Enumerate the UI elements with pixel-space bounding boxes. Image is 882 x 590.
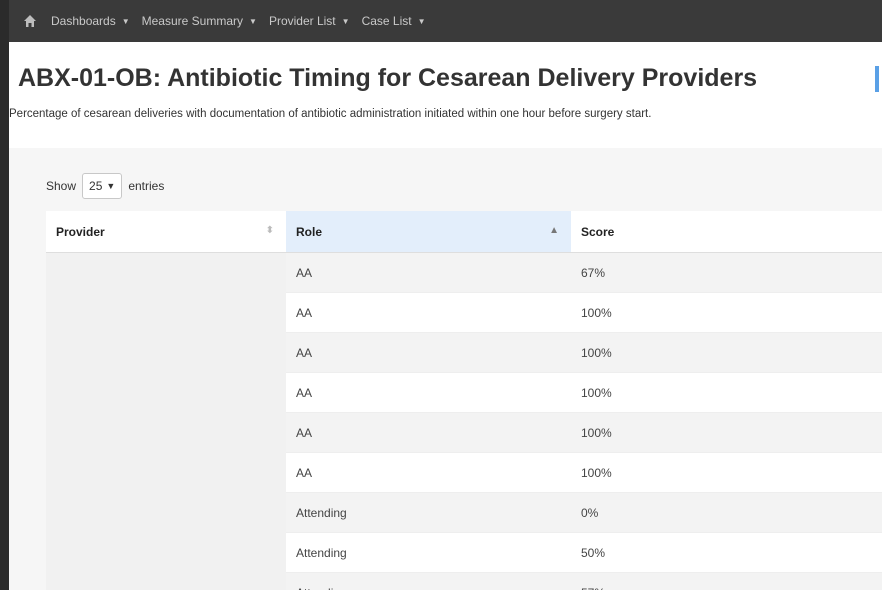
column-header-label: Score bbox=[581, 224, 615, 239]
length-suffix: entries bbox=[128, 179, 165, 193]
page-subtitle: Percentage of cesarean deliveries with d… bbox=[9, 108, 652, 120]
score-cell: 57% bbox=[571, 572, 882, 590]
caret-down-icon: ▼ bbox=[249, 16, 257, 26]
nav-measure-summary-label: Measure Summary bbox=[141, 14, 244, 28]
score-cell: 100% bbox=[571, 332, 882, 373]
top-navbar: Dashboards ▼ Measure Summary ▼ Provider … bbox=[9, 0, 882, 42]
role-cell: AA bbox=[286, 252, 571, 293]
table-row[interactable]: AA 100% bbox=[46, 332, 882, 373]
role-cell: Attending bbox=[286, 532, 571, 573]
role-cell: Attending bbox=[286, 572, 571, 590]
caret-down-icon: ▼ bbox=[341, 16, 350, 26]
score-cell: 100% bbox=[571, 292, 882, 333]
role-cell: AA bbox=[286, 412, 571, 453]
column-header-label: Role bbox=[296, 224, 323, 239]
score-cell: 100% bbox=[571, 412, 882, 453]
caret-down-icon: ▼ bbox=[121, 16, 130, 26]
provider-cell[interactable] bbox=[46, 332, 286, 373]
length-prefix: Show bbox=[46, 179, 77, 193]
app-window: Dashboards ▼ Measure Summary ▼ Provider … bbox=[9, 0, 882, 590]
column-header-role[interactable]: Role ▲ bbox=[286, 211, 571, 253]
length-control: Show 25 ▼ entries bbox=[46, 173, 164, 199]
role-cell: Attending bbox=[286, 492, 571, 533]
table-row[interactable]: AA 67% bbox=[46, 252, 882, 293]
table-header-row: Provider ⬍ Role ▲ Score bbox=[46, 211, 882, 253]
column-header-score[interactable]: Score bbox=[571, 211, 882, 253]
entries-select-value: 25 bbox=[89, 179, 103, 193]
caret-down-icon: ▼ bbox=[417, 16, 426, 26]
role-cell: AA bbox=[286, 452, 571, 493]
column-header-provider[interactable]: Provider ⬍ bbox=[46, 211, 286, 253]
nav-provider-list-label: Provider List bbox=[268, 14, 336, 28]
role-cell: AA bbox=[286, 372, 571, 413]
nav-dashboards[interactable]: Dashboards ▼ bbox=[51, 14, 130, 28]
nav-case-list[interactable]: Case List ▼ bbox=[362, 14, 426, 28]
role-cell: AA bbox=[286, 292, 571, 333]
title-edge-marker bbox=[875, 66, 879, 92]
home-icon[interactable] bbox=[23, 14, 37, 28]
sort-asc-icon: ▲ bbox=[549, 225, 559, 236]
score-cell: 0% bbox=[571, 492, 882, 533]
provider-table: Provider ⬍ Role ▲ Score AA 67% AA 100% A… bbox=[46, 211, 882, 590]
role-cell: AA bbox=[286, 332, 571, 373]
provider-cell[interactable] bbox=[46, 372, 286, 413]
table-panel: Show 25 ▼ entries Provider ⬍ Role ▲ Scor… bbox=[9, 148, 882, 590]
nav-case-list-label: Case List bbox=[361, 14, 412, 28]
entries-select[interactable]: 25 ▼ bbox=[82, 173, 123, 199]
score-cell: 100% bbox=[571, 372, 882, 413]
page-header: ABX-01-OB: Antibiotic Timing for Cesarea… bbox=[9, 42, 882, 148]
provider-cell[interactable] bbox=[46, 572, 286, 590]
page-title: ABX-01-OB: Antibiotic Timing for Cesarea… bbox=[18, 64, 758, 92]
provider-cell[interactable] bbox=[46, 252, 286, 293]
table-row[interactable]: AA 100% bbox=[46, 412, 882, 453]
table-row[interactable]: Attending 57% bbox=[46, 572, 882, 590]
nav-measure-summary[interactable]: Measure Summary ▼ bbox=[142, 14, 257, 28]
score-cell: 100% bbox=[571, 452, 882, 493]
provider-cell[interactable] bbox=[46, 532, 286, 573]
table-row[interactable]: AA 100% bbox=[46, 292, 882, 333]
column-header-label: Provider bbox=[56, 224, 105, 239]
table-row[interactable]: Attending 0% bbox=[46, 492, 882, 533]
score-cell: 67% bbox=[571, 252, 882, 293]
provider-cell[interactable] bbox=[46, 292, 286, 333]
sort-both-icon: ⬍ bbox=[265, 225, 274, 236]
provider-cell[interactable] bbox=[46, 452, 286, 493]
score-cell: 50% bbox=[571, 532, 882, 573]
table-row[interactable]: Attending 50% bbox=[46, 532, 882, 573]
provider-cell[interactable] bbox=[46, 412, 286, 453]
nav-provider-list[interactable]: Provider List ▼ bbox=[269, 14, 350, 28]
nav-dashboards-label: Dashboards bbox=[51, 14, 116, 28]
table-row[interactable]: AA 100% bbox=[46, 372, 882, 413]
provider-cell[interactable] bbox=[46, 492, 286, 533]
chevron-down-icon: ▼ bbox=[106, 181, 116, 191]
table-row[interactable]: AA 100% bbox=[46, 452, 882, 493]
